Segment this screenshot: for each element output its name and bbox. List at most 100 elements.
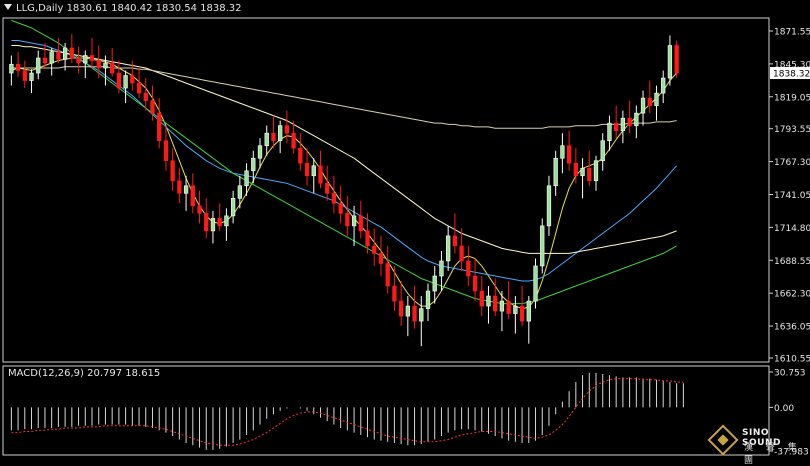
candle-body-down bbox=[506, 300, 511, 314]
candle-body-up bbox=[533, 265, 538, 302]
candle-body-up bbox=[210, 218, 216, 232]
candle-body-down bbox=[89, 55, 95, 61]
price-tick-label: 1610.55 bbox=[774, 355, 810, 365]
candle-body-down bbox=[325, 182, 330, 194]
candle-body-down bbox=[298, 147, 303, 164]
brand-logo: SINO SOUND 漢 聲 集 團 bbox=[707, 424, 808, 466]
candle-body-down bbox=[304, 162, 310, 177]
candle-body-up bbox=[49, 51, 54, 64]
candle-body-up bbox=[486, 295, 491, 307]
candle bbox=[674, 40, 679, 79]
candle-body-down bbox=[452, 235, 458, 247]
candle-body-down bbox=[69, 47, 74, 59]
candle-body-up bbox=[425, 290, 431, 309]
candle-body-up bbox=[123, 75, 128, 89]
price-tick-label: 1767.30 bbox=[774, 158, 810, 168]
candle-body-up bbox=[224, 215, 229, 227]
candle-body-up bbox=[580, 167, 585, 177]
symbol-label: LLG,Daily bbox=[16, 3, 64, 14]
candle-body-up bbox=[36, 57, 41, 74]
candle-body-down bbox=[150, 100, 155, 114]
candle-body-up bbox=[244, 170, 249, 187]
candle-body-up bbox=[432, 275, 437, 292]
candle-body-up bbox=[230, 198, 236, 217]
candle-body-up bbox=[278, 125, 283, 141]
candle-body-up bbox=[654, 92, 659, 106]
candle-body-up bbox=[593, 160, 599, 182]
candle-body-up bbox=[661, 77, 666, 94]
candle-body-down bbox=[163, 140, 169, 162]
candle-body-down bbox=[358, 215, 363, 232]
price-tick-label: 1741.05 bbox=[774, 191, 810, 201]
candle-body-up bbox=[546, 185, 552, 227]
candle-body-up bbox=[600, 140, 605, 162]
candle-body-down bbox=[412, 305, 417, 322]
candle-body-up bbox=[9, 63, 14, 74]
candle bbox=[533, 258, 538, 309]
candle-body-up bbox=[311, 165, 316, 177]
candle-body-up bbox=[667, 45, 673, 79]
candle-body-up bbox=[83, 55, 88, 64]
candle-body-down bbox=[116, 72, 122, 89]
candle bbox=[540, 218, 545, 274]
candle-body-down bbox=[331, 193, 337, 204]
candle-body-down bbox=[190, 185, 195, 207]
candle-body-down bbox=[614, 122, 619, 131]
candle-body-down bbox=[398, 300, 404, 317]
candle-body-up bbox=[499, 300, 505, 312]
candle-body-down bbox=[345, 213, 350, 227]
candle-body-down bbox=[385, 263, 390, 287]
dropdown-triangle-icon[interactable] bbox=[4, 4, 12, 10]
candle-body-down bbox=[338, 203, 343, 214]
candle-body-up bbox=[29, 72, 34, 81]
ohlc-readout: 1830.61 1840.42 1830.54 1838.32 bbox=[66, 3, 242, 14]
candle-body-up bbox=[640, 97, 646, 114]
candle-body-down bbox=[566, 145, 572, 164]
chart-canvas: 1871.551845.301819.051793.551767.301741.… bbox=[0, 0, 810, 460]
candle-body-down bbox=[466, 260, 471, 277]
candle-body-up bbox=[607, 122, 612, 141]
candle-body-down bbox=[519, 305, 525, 322]
candle-body-down bbox=[459, 245, 464, 262]
candle-body-up bbox=[446, 235, 451, 262]
candle-body-up bbox=[183, 185, 189, 194]
logo-diamond-icon bbox=[707, 424, 739, 456]
candle-body-down bbox=[372, 245, 377, 254]
candle-body-down bbox=[22, 70, 27, 81]
candle-body-down bbox=[76, 57, 81, 64]
logo-subtitle: 漢 聲 集 團 bbox=[744, 443, 802, 466]
candle-body-up bbox=[257, 145, 263, 159]
candle-body-up bbox=[103, 62, 108, 69]
candle-body-down bbox=[15, 63, 21, 71]
price-tick-label: 1662.30 bbox=[774, 290, 810, 300]
candle-body-up bbox=[620, 117, 626, 131]
candle-body-down bbox=[365, 230, 370, 247]
last-price-label: 1838.32 bbox=[773, 70, 810, 80]
candle-body-up bbox=[560, 145, 565, 159]
candle-body-up bbox=[513, 305, 518, 314]
candle-body-down bbox=[378, 253, 384, 264]
candle-body-down bbox=[197, 205, 202, 214]
candle-body-up bbox=[634, 112, 639, 126]
candle-body-down bbox=[130, 75, 135, 84]
price-tick-label: 1714.80 bbox=[774, 224, 810, 234]
candle-body-down bbox=[143, 92, 148, 101]
candle-body-down bbox=[217, 218, 222, 227]
candle-body-down bbox=[392, 285, 397, 302]
candle-body-down bbox=[674, 45, 679, 74]
candle-body-up bbox=[264, 132, 269, 147]
candle-body-down bbox=[573, 162, 578, 177]
candle-body-down bbox=[493, 295, 498, 312]
candle-body-down bbox=[291, 132, 296, 149]
candle-body-down bbox=[136, 82, 142, 94]
price-tick-label: 1793.55 bbox=[774, 125, 810, 135]
candle-body-up bbox=[526, 300, 531, 322]
price-tick-label: 1688.55 bbox=[774, 257, 810, 267]
macd-tick-label: 30.753 bbox=[774, 369, 806, 379]
candle-body-up bbox=[405, 305, 410, 317]
candle-body-down bbox=[318, 165, 323, 184]
candle-body-down bbox=[96, 60, 101, 69]
candle-body-down bbox=[479, 290, 484, 307]
candle-body-down bbox=[647, 97, 652, 106]
candle-body-up bbox=[351, 215, 357, 227]
